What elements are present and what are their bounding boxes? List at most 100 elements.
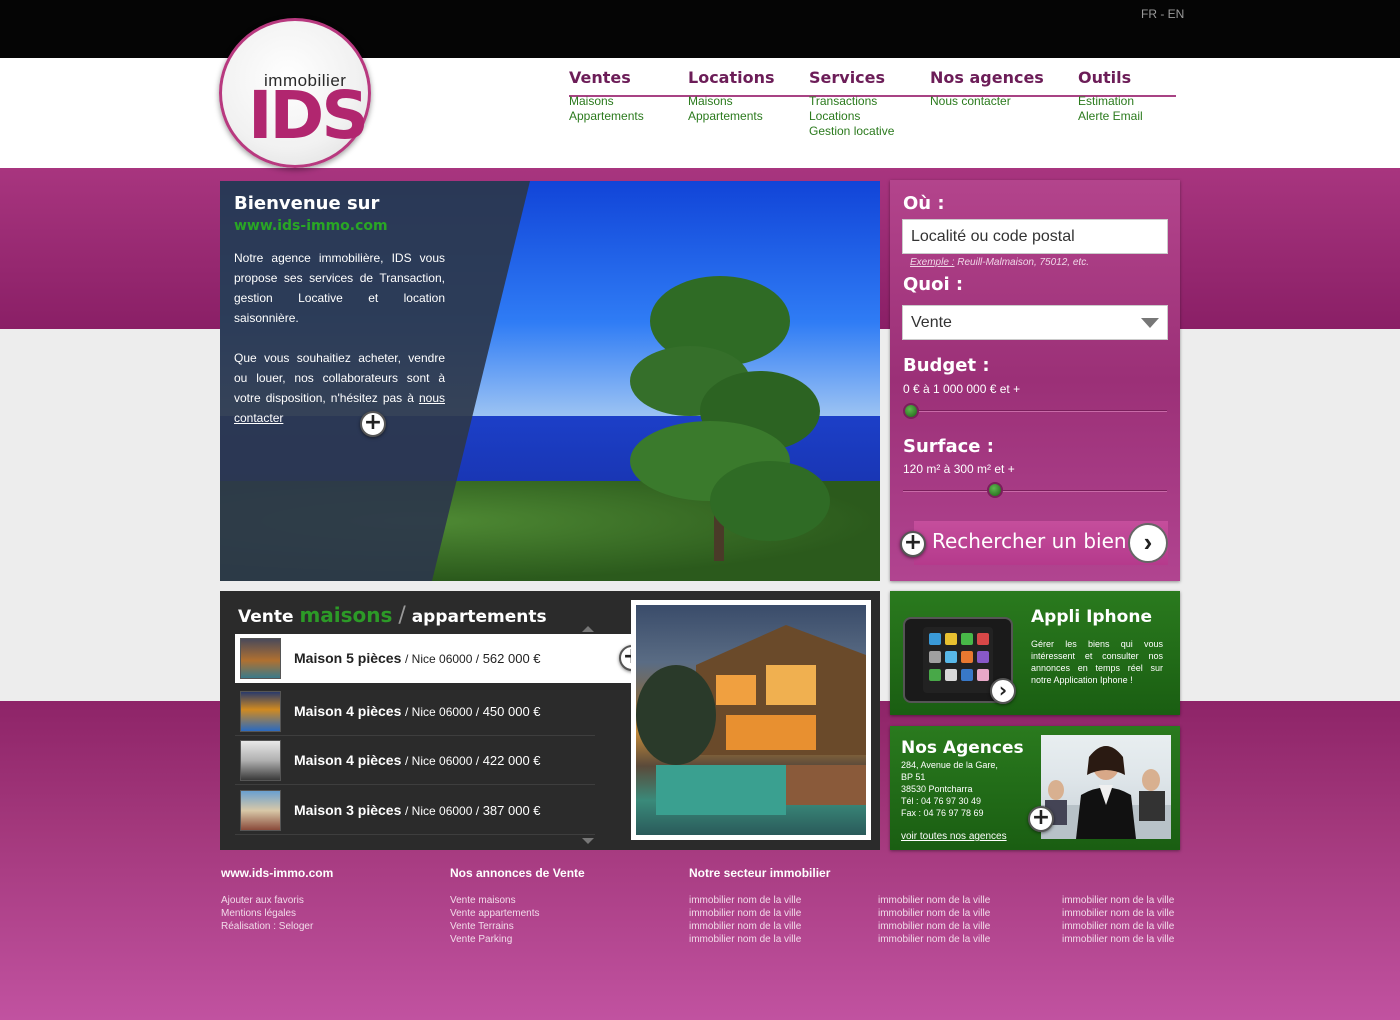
where-label: Où : bbox=[903, 193, 945, 214]
footer-city-link[interactable]: immobilier nom de la ville bbox=[878, 920, 990, 933]
nav-outils-estimation[interactable]: Estimation bbox=[1078, 94, 1143, 109]
language-switch[interactable]: FR - EN bbox=[1141, 7, 1184, 21]
iphone-app-panel[interactable]: › Appli Iphone Gérer les biens qui vous … bbox=[890, 591, 1180, 715]
location-input[interactable]: Localité ou code postal bbox=[902, 219, 1168, 254]
footer-city-link[interactable]: immobilier nom de la ville bbox=[689, 907, 830, 920]
nav-ventes[interactable]: Ventes bbox=[569, 68, 644, 94]
nav-agences[interactable]: Nos agences bbox=[930, 68, 1044, 94]
footer-sales-column: Nos annonces de Vente Vente maisons Vent… bbox=[450, 866, 585, 946]
footer-city-link[interactable]: immobilier nom de la ville bbox=[1062, 907, 1174, 920]
listing-photo[interactable] bbox=[631, 600, 871, 840]
budget-slider-handle[interactable] bbox=[903, 403, 919, 419]
nav-agences-contact[interactable]: Nous contacter bbox=[930, 94, 1044, 109]
listing-row[interactable]: Maison 3 pièces / Nice 06000 / 387 000 € bbox=[235, 786, 595, 835]
agency-address: 284, Avenue de la Gare, bbox=[901, 760, 998, 770]
footer-city-link[interactable]: immobilier nom de la ville bbox=[1062, 933, 1174, 946]
all-agencies-link[interactable]: voir toutes nos agences bbox=[901, 831, 1007, 842]
hero-site-url: www.ids-immo.com bbox=[234, 218, 388, 234]
search-panel: Où : Localité ou code postal Exemple : R… bbox=[890, 180, 1180, 581]
pine-tree-image bbox=[630, 276, 830, 561]
footer-city-link[interactable]: immobilier nom de la ville bbox=[878, 894, 990, 907]
agent-illustration bbox=[1041, 746, 1171, 839]
agency-phone: Tél : 04 76 97 30 49 bbox=[901, 796, 982, 806]
nav-ventes-maisons[interactable]: Maisons bbox=[569, 94, 644, 109]
chevron-down-icon bbox=[1141, 318, 1159, 328]
nav-outils-alerte[interactable]: Alerte Email bbox=[1078, 109, 1143, 124]
agencies-plus-icon[interactable]: + bbox=[1028, 806, 1054, 832]
listing-row-title: Maison 3 pièces bbox=[294, 802, 402, 818]
agent-photo bbox=[1041, 735, 1171, 839]
footer-city-link[interactable]: immobilier nom de la ville bbox=[689, 894, 830, 907]
listing-row-location: / Nice 06000 / bbox=[405, 804, 480, 818]
logo-text: IDS bbox=[248, 77, 369, 154]
footer-city-link[interactable]: immobilier nom de la ville bbox=[1062, 894, 1174, 907]
type-select[interactable]: Vente bbox=[902, 305, 1168, 340]
top-bar bbox=[0, 0, 1400, 58]
tab-maisons[interactable]: maisons bbox=[299, 603, 392, 627]
logo[interactable]: immobilier IDS bbox=[219, 18, 371, 168]
footer-city-link[interactable]: immobilier nom de la ville bbox=[878, 907, 990, 920]
nav-group-outils: Outils Estimation Alerte Email bbox=[1078, 68, 1143, 124]
house-illustration bbox=[636, 625, 866, 815]
nav-group-locations: Locations Maisons Appartements bbox=[688, 68, 775, 124]
footer-city-link[interactable]: immobilier nom de la ville bbox=[689, 933, 830, 946]
nav-outils[interactable]: Outils bbox=[1078, 68, 1143, 94]
search-button[interactable]: Rechercher un bien › bbox=[914, 521, 1168, 565]
nav-services-locations[interactable]: Locations bbox=[809, 109, 894, 124]
agency-fax: Fax : 04 76 97 78 69 bbox=[901, 808, 984, 818]
footer-link-vente-appartements[interactable]: Vente appartements bbox=[450, 907, 585, 920]
surface-slider-track[interactable] bbox=[903, 490, 1167, 492]
appli-title: Appli Iphone bbox=[1031, 607, 1152, 627]
example-text: Reuill-Malmaison, 75012, etc. bbox=[957, 257, 1089, 268]
footer-link-mentions[interactable]: Mentions légales bbox=[221, 907, 333, 920]
nav-locations-maisons[interactable]: Maisons bbox=[688, 94, 775, 109]
footer-city-link[interactable]: immobilier nom de la ville bbox=[689, 920, 830, 933]
hero-text-body: Que vous souhaitiez acheter, vendre ou l… bbox=[234, 351, 445, 405]
footer-city-link[interactable]: immobilier nom de la ville bbox=[1062, 920, 1174, 933]
footer-link-favoris[interactable]: Ajouter aux favoris bbox=[221, 894, 333, 907]
chevron-right-icon[interactable]: › bbox=[990, 678, 1016, 704]
sales-listing: Vente maisons / appartements Maison 5 pi… bbox=[220, 591, 880, 850]
listing-thumbnail bbox=[240, 638, 281, 679]
hero-text: Que vous souhaitiez acheter, vendre ou l… bbox=[234, 348, 445, 428]
footer-link-vente-maisons[interactable]: Vente maisons bbox=[450, 894, 585, 907]
listing-row[interactable]: Maison 4 pièces / Nice 06000 / 422 000 € bbox=[235, 736, 595, 785]
hero-title: Bienvenue sur bbox=[234, 193, 380, 214]
agencies-title: Nos Agences bbox=[901, 738, 1024, 758]
listing-row-price: 387 000 € bbox=[482, 803, 541, 818]
footer-site-column: www.ids-immo.com Ajouter aux favoris Men… bbox=[221, 866, 333, 933]
search-button-label: Rechercher un bien bbox=[932, 529, 1127, 553]
nav-services[interactable]: Services bbox=[809, 68, 894, 94]
location-example: Exemple : Reuill-Malmaison, 75012, etc. bbox=[910, 257, 1089, 268]
search-plus-icon[interactable]: + bbox=[900, 531, 926, 557]
footer-link-vente-parking[interactable]: Vente Parking bbox=[450, 933, 585, 946]
footer-link-realisation[interactable]: Réalisation : Seloger bbox=[221, 920, 333, 933]
footer-city-link[interactable]: immobilier nom de la ville bbox=[878, 933, 990, 946]
nav-locations-appartements[interactable]: Appartements bbox=[688, 109, 775, 124]
scroll-down-icon[interactable] bbox=[582, 838, 594, 844]
agency-city: 38530 Pontcharra bbox=[901, 784, 973, 794]
listing-row-location: / Nice 06000 / bbox=[405, 754, 480, 768]
listing-thumbnail bbox=[240, 691, 281, 732]
appli-text: Gérer les biens qui vous intéressent et … bbox=[1031, 639, 1163, 685]
nav-ventes-appartements[interactable]: Appartements bbox=[569, 109, 644, 124]
tab-appartements[interactable]: appartements bbox=[412, 607, 547, 627]
scroll-up-icon[interactable] bbox=[582, 626, 594, 632]
listing-row-location: / Nice 06000 / bbox=[405, 652, 480, 666]
hero-plus-icon[interactable]: + bbox=[360, 411, 386, 437]
listing-row[interactable]: Maison 4 pièces / Nice 06000 / 450 000 € bbox=[235, 687, 595, 736]
nav-services-gestion[interactable]: Gestion locative bbox=[809, 124, 894, 139]
listing-row-title: Maison 5 pièces bbox=[294, 650, 402, 666]
footer-sales-head: Nos annonces de Vente bbox=[450, 866, 585, 880]
surface-slider-handle[interactable] bbox=[987, 482, 1003, 498]
footer-link-vente-terrains[interactable]: Vente Terrains bbox=[450, 920, 585, 933]
listing-title-vente: Vente bbox=[238, 607, 294, 627]
what-label: Quoi : bbox=[903, 274, 964, 295]
nav-group-agences: Nos agences Nous contacter bbox=[930, 68, 1044, 109]
listing-row[interactable]: Maison 5 pièces / Nice 06000 / 562 000 € bbox=[235, 634, 632, 683]
nav-services-transactions[interactable]: Transactions bbox=[809, 94, 894, 109]
budget-slider-track[interactable] bbox=[903, 410, 1167, 412]
nav-locations[interactable]: Locations bbox=[688, 68, 775, 94]
surface-label: Surface : bbox=[903, 436, 994, 457]
listing-title: Vente maisons / appartements bbox=[238, 603, 547, 628]
